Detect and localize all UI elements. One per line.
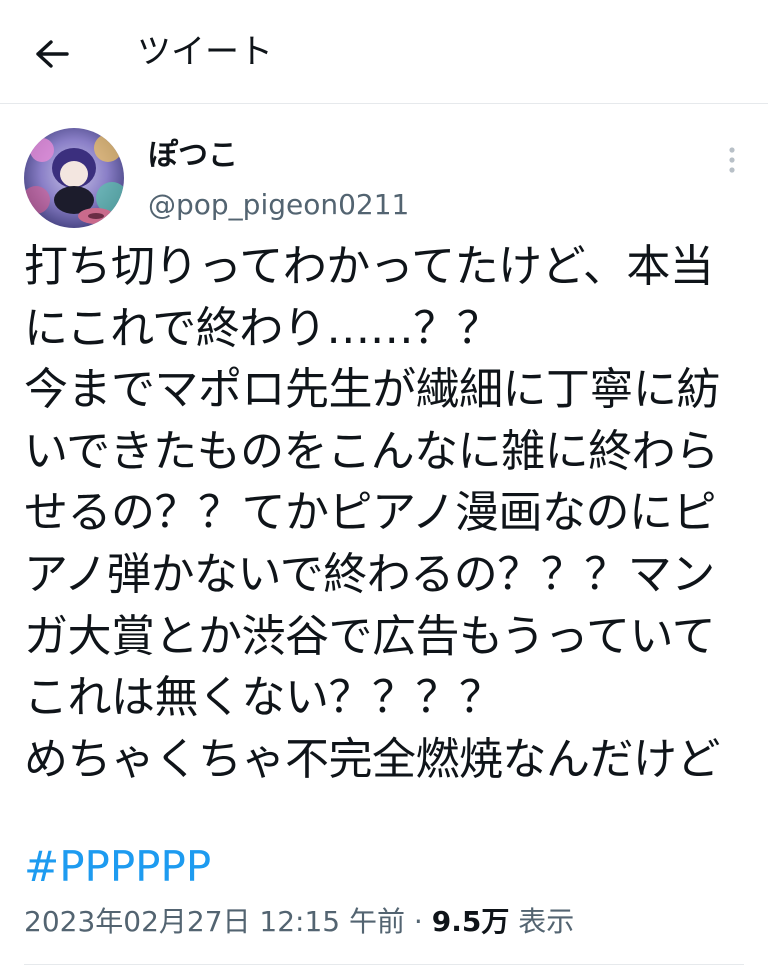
page-title: ツイート bbox=[137, 32, 273, 72]
views-count: 9.5万 bbox=[431, 905, 510, 938]
arrow-left-icon bbox=[36, 40, 69, 68]
avatar[interactable] bbox=[24, 128, 124, 228]
tweet-meta: 2023年02月27日 12:15 午前 · 9.5万 表示 bbox=[24, 900, 574, 944]
tweet-text-line: いできたものをこんなに雑に終わら bbox=[24, 425, 719, 477]
tweet-text-line: これは無くない？？？？ bbox=[24, 672, 503, 724]
divider bbox=[24, 964, 744, 965]
more-options-button[interactable] bbox=[712, 140, 752, 180]
hashtag-link[interactable]: #PPPPPP bbox=[24, 838, 211, 896]
tweet-text: 打ち切りってわかってたけど、本当 にこれで終わり……？？ 今までマポロ先生が繊細… bbox=[24, 236, 754, 790]
tweet-text-line: 打ち切りってわかってたけど、本当 bbox=[24, 241, 714, 292]
tweet-text-line: にこれで終わり……？？ bbox=[24, 302, 501, 354]
avatar-image bbox=[24, 128, 124, 228]
views-label: 表示 bbox=[518, 905, 575, 938]
timestamp[interactable]: 2023年02月27日 12:15 午前 bbox=[24, 905, 405, 938]
author-display-name[interactable]: ぽつこ bbox=[148, 136, 238, 176]
tweet-text-line: 今までマポロ先生が繊細に丁寧に紡 bbox=[24, 364, 721, 416]
back-button[interactable] bbox=[22, 24, 82, 84]
top-bar: ツイート bbox=[0, 0, 768, 104]
tweet-text-line: めちゃくちゃ不完全燃焼なんだけど bbox=[24, 733, 721, 785]
author-handle[interactable]: @pop_pigeon0211 bbox=[148, 186, 409, 224]
more-vertical-icon bbox=[729, 147, 735, 173]
tweet-text-line: ガ大賞とか渋谷で広告もうっていて bbox=[24, 610, 716, 662]
meta-separator: · bbox=[413, 905, 423, 938]
tweet-text-line: アノ弾かないで終わるの？？？マン bbox=[24, 548, 715, 600]
tweet-text-line: せるの？？てかピアノ漫画なのにピ bbox=[24, 487, 717, 539]
